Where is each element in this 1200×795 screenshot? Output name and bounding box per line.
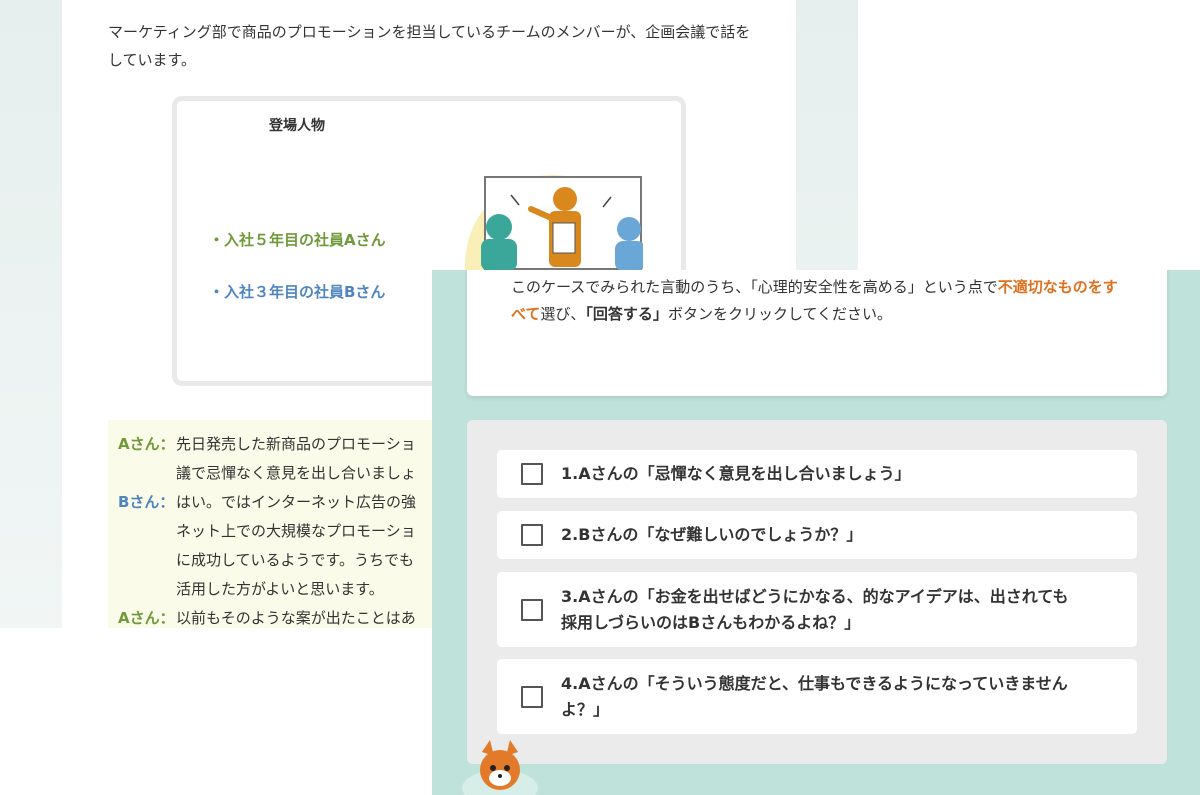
- option-2[interactable]: 2.Bさんの「なぜ難しいのでしょうか？」: [497, 511, 1137, 559]
- utterance: 以前もそのような案が出たことはあ: [176, 609, 416, 627]
- question-text: このケースでみられた言動のうち、「心理的安全性を高める」という点で不適切なものを…: [511, 274, 1131, 328]
- checkbox-icon[interactable]: [521, 685, 543, 708]
- question-text-part: ボタンをクリックしてください。: [667, 305, 893, 323]
- question-panel: このケースでみられた言動のうち、「心理的安全性を高める」という点で不適切なものを…: [432, 270, 1200, 795]
- meeting-illustration: [465, 175, 643, 275]
- option-3[interactable]: 3.Aさんの「お金を出せばどうにかなる、的なアイデアは、出されても 採用しづらい…: [497, 572, 1137, 647]
- scenario-intro: マーケティング部で商品のプロモーションを担当しているチームのメンバーが、企画会議…: [108, 23, 751, 69]
- option-label: 1.Aさんの「忌憚なく意見を出し合いましょう」: [561, 464, 911, 483]
- checkbox-icon[interactable]: [521, 598, 543, 621]
- question-text-part: 選び、: [540, 305, 586, 323]
- option-label: 2.Bさんの「なぜ難しいのでしょうか？」: [561, 525, 863, 544]
- option-label: 4.Aさんの「そういう態度だと、仕事もできるようになっていきません よ？」: [561, 673, 1068, 719]
- speaker-label: Aさん：: [118, 435, 175, 453]
- option-1[interactable]: 1.Aさんの「忌憚なく意見を出し合いましょう」: [497, 450, 1137, 498]
- character-a: ・入社５年目の社員Aさん: [209, 231, 386, 249]
- utterance: はい。ではインターネット広告の強 ネット上での大規模なプロモーショ に成功してい…: [176, 493, 417, 598]
- option-label: 3.Aさんの「お金を出せばどうにかなる、的なアイデアは、出されても 採用しづらい…: [561, 586, 1069, 632]
- option-4[interactable]: 4.Aさんの「そういう態度だと、仕事もできるようになっていきません よ？」: [497, 659, 1137, 734]
- cat-mascot-icon: [462, 740, 538, 795]
- utterance: 先日発売した新商品のプロモーショ 議で忌憚なく意見を出し合いましょ: [176, 435, 417, 482]
- answer-button-reference: 「回答する」: [585, 305, 668, 323]
- speaker-label: Aさん：: [118, 609, 175, 627]
- checkbox-icon[interactable]: [521, 463, 543, 485]
- characters-title: 登場人物: [269, 118, 325, 134]
- options-container: 1.Aさんの「忌憚なく意見を出し合いましょう」 2.Bさんの「なぜ難しいのでしょ…: [467, 420, 1167, 764]
- checkbox-icon[interactable]: [521, 524, 543, 546]
- question-card: このケースでみられた言動のうち、「心理的安全性を高める」という点で不適切なものを…: [467, 270, 1167, 396]
- character-b: ・入社３年目の社員Bさん: [209, 283, 386, 301]
- question-text-part: このケースでみられた言動のうち、「心理的安全性を高める」という点で: [511, 278, 998, 296]
- speaker-label: Bさん：: [118, 493, 175, 511]
